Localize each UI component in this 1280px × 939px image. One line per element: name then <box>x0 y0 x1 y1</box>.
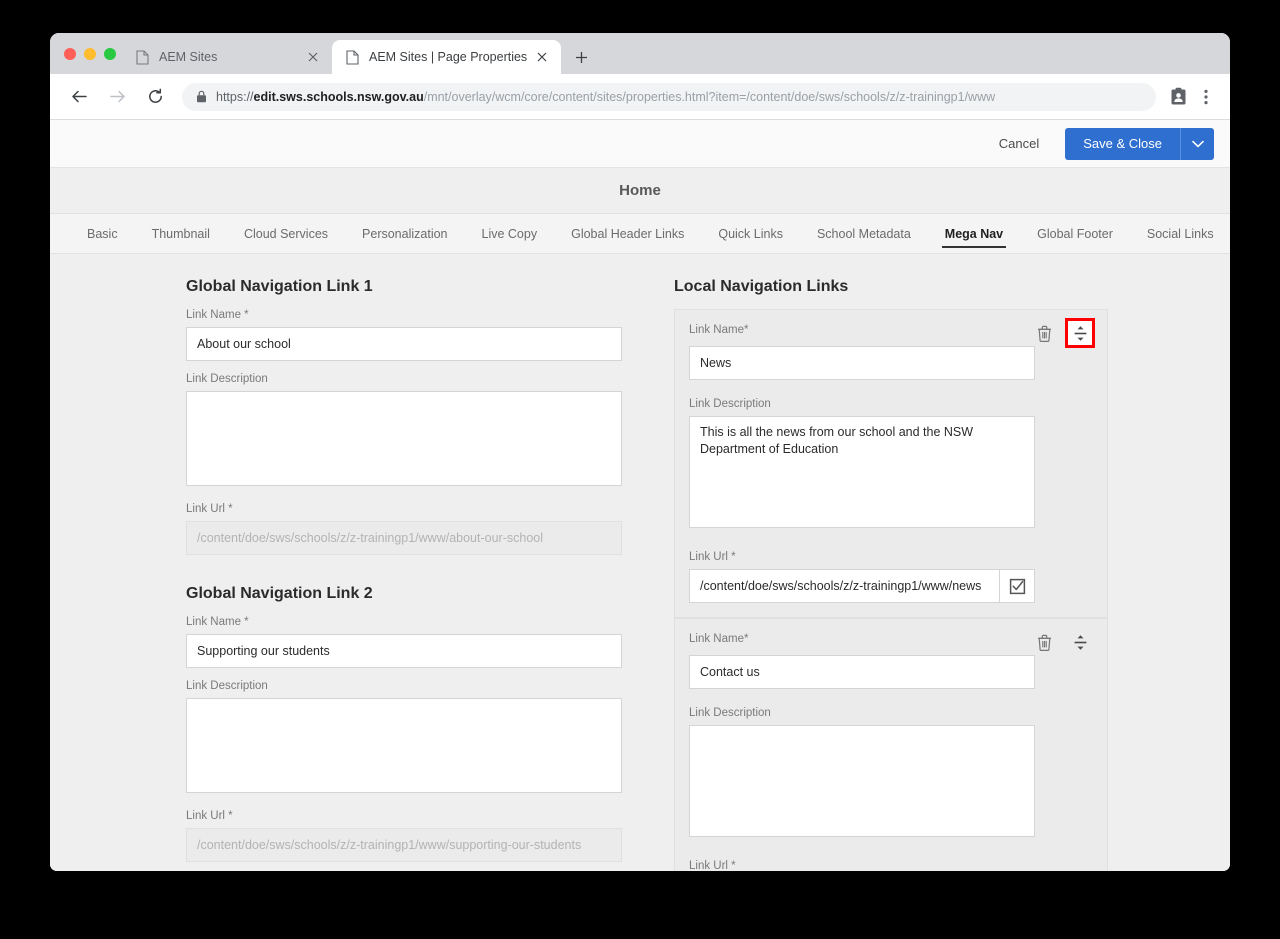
browser-tab-2[interactable]: AEM Sites | Page Properties <box>332 40 562 74</box>
browser-tabs: AEM Sites AEM Sites | Page Properties <box>122 33 595 74</box>
cancel-button[interactable]: Cancel <box>987 129 1051 158</box>
local-nav-2-description-input[interactable] <box>689 725 1035 837</box>
trash-icon[interactable] <box>1031 629 1057 655</box>
profile-card-icon[interactable] <box>1164 83 1192 111</box>
global-nav-2-url-input <box>186 828 622 862</box>
address-bar-url: https://edit.sws.schools.nsw.gov.au/mnt/… <box>216 90 995 104</box>
browser-tab-1-title: AEM Sites <box>159 50 218 64</box>
local-nav-1-description-label: Link Description <box>689 398 771 410</box>
global-nav-1-url-label: Link Url * <box>186 503 233 515</box>
browser-tab-strip: AEM Sites AEM Sites | Page Properties <box>50 33 1230 74</box>
tab-thumbnail[interactable]: Thumbnail <box>135 214 227 253</box>
global-nav-2-name-field: Link Name * <box>186 616 660 668</box>
browser-tab-1[interactable]: AEM Sites <box>122 40 332 74</box>
tab-mega-nav[interactable]: Mega Nav <box>928 214 1020 253</box>
global-nav-link-1-heading: Global Navigation Link 1 <box>186 278 373 295</box>
local-nav-1-url-input[interactable] <box>689 569 999 603</box>
close-icon[interactable] <box>304 48 322 66</box>
save-and-close-group: Save & Close <box>1065 127 1214 160</box>
local-nav-1-url-row <box>689 569 1093 603</box>
global-nav-2-description-input[interactable] <box>186 698 622 793</box>
lock-icon <box>196 90 207 103</box>
save-and-close-button[interactable]: Save & Close <box>1065 127 1180 160</box>
local-nav-item-1: Link Name* Link Description <box>674 309 1108 618</box>
local-nav-item-2-actions <box>1031 629 1093 655</box>
tab-global-header-links[interactable]: Global Header Links <box>554 214 701 253</box>
tab-basic[interactable]: Basic <box>70 214 135 253</box>
page-title: Home <box>50 168 1230 214</box>
maximize-window-button[interactable] <box>104 47 116 60</box>
checkbox-picker-icon[interactable] <box>999 569 1035 603</box>
document-icon <box>136 49 149 65</box>
global-nav-1-url-input <box>186 521 622 555</box>
local-navigation-links-column: Local Navigation Links Link Name* News L… <box>660 278 1230 871</box>
mega-nav-form: Global Navigation Link 1 Link Name * Lin… <box>50 254 1230 871</box>
global-nav-2-url-label: Link Url * <box>186 810 233 822</box>
global-nav-1-url-field: Link Url * <box>186 503 660 555</box>
tab-personalization[interactable]: Personalization <box>345 214 464 253</box>
local-nav-2-name-input[interactable] <box>689 655 1035 689</box>
aem-action-bar: Cancel Save & Close <box>50 120 1230 168</box>
global-nav-1-name-input[interactable] <box>186 327 622 361</box>
kebab-menu-icon[interactable] <box>1192 83 1220 111</box>
local-navigation-links-heading: Local Navigation Links <box>674 278 849 295</box>
local-nav-1-description-input[interactable]: This is all the news from our school and… <box>689 416 1035 528</box>
global-nav-1-description-label: Link Description <box>186 373 268 385</box>
browser-window: AEM Sites AEM Sites | Page Properties ht… <box>50 33 1230 871</box>
local-nav-2-name-label: Link Name* <box>689 633 749 645</box>
browser-toolbar: https://edit.sws.schools.nsw.gov.au/mnt/… <box>50 74 1230 120</box>
global-nav-1-description-input[interactable] <box>186 391 622 486</box>
close-window-button[interactable] <box>64 47 76 60</box>
tab-school-metadata[interactable]: School Metadata <box>800 214 928 253</box>
global-nav-2-name-label: Link Name * <box>186 616 249 628</box>
window-traffic-lights <box>62 33 122 74</box>
global-nav-1-name-label: Link Name * <box>186 309 249 321</box>
aem-property-tabs: Basic Thumbnail Cloud Services Personali… <box>50 214 1230 254</box>
trash-icon[interactable] <box>1031 320 1057 346</box>
global-nav-link-2-heading: Global Navigation Link 2 <box>186 585 373 602</box>
global-nav-1-description-field: Link Description <box>186 373 660 491</box>
global-nav-2-url-field: Link Url * <box>186 810 660 862</box>
global-nav-2-name-input[interactable] <box>186 634 622 668</box>
drag-handle-vertical-icon[interactable] <box>1065 318 1095 348</box>
local-nav-2-description-label: Link Description <box>689 707 771 719</box>
tab-quick-links[interactable]: Quick Links <box>701 214 800 253</box>
url-scheme: https:// <box>216 89 254 104</box>
back-arrow-icon[interactable] <box>64 82 94 112</box>
local-nav-item-1-header: Link Name* <box>689 318 1095 348</box>
local-nav-item-2: Link Name* Link Description <box>674 618 1108 871</box>
reload-icon[interactable] <box>140 82 170 112</box>
minimize-window-button[interactable] <box>84 47 96 60</box>
drag-handle-vertical-icon[interactable] <box>1067 629 1093 655</box>
global-nav-1-name-field: Link Name * <box>186 309 660 361</box>
local-nav-2-url-label: Link Url * <box>689 860 736 871</box>
forward-arrow-icon <box>102 82 132 112</box>
url-path: /mnt/overlay/wcm/core/content/sites/prop… <box>423 89 996 104</box>
aem-page-properties: Cancel Save & Close Home Basic Thumbnail… <box>50 120 1230 871</box>
address-bar[interactable]: https://edit.sws.schools.nsw.gov.au/mnt/… <box>182 82 1156 111</box>
url-domain: edit.sws.schools.nsw.gov.au <box>253 89 424 104</box>
global-nav-2-description-field: Link Description <box>186 680 660 798</box>
tab-global-footer[interactable]: Global Footer <box>1020 214 1130 253</box>
global-navigation-links-column: Global Navigation Link 1 Link Name * Lin… <box>50 278 660 870</box>
tab-social-links[interactable]: Social Links <box>1130 214 1230 253</box>
tab-live-copy[interactable]: Live Copy <box>465 214 555 253</box>
tab-cloud-services[interactable]: Cloud Services <box>227 214 345 253</box>
local-nav-item-2-header: Link Name* <box>689 633 1093 655</box>
local-nav-1-name-label: Link Name* <box>689 324 749 336</box>
local-nav-item-1-actions <box>1031 318 1095 348</box>
browser-tab-2-title: AEM Sites | Page Properties <box>369 50 528 64</box>
local-nav-1-name-input[interactable] <box>689 346 1035 380</box>
document-icon <box>346 49 359 65</box>
global-nav-2-description-label: Link Description <box>186 680 268 692</box>
chevron-down-icon[interactable] <box>1180 127 1214 160</box>
new-tab-button[interactable] <box>567 43 595 71</box>
local-nav-1-url-label: Link Url * <box>689 551 736 563</box>
close-icon[interactable] <box>533 48 551 66</box>
